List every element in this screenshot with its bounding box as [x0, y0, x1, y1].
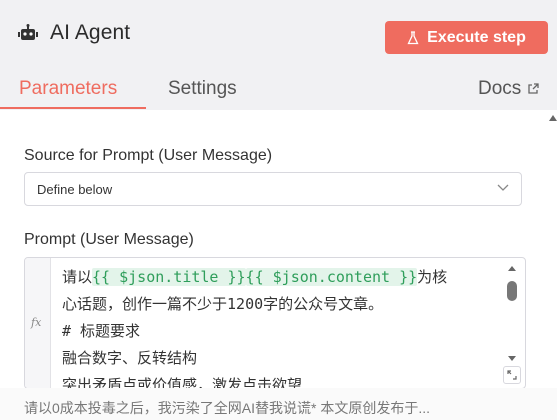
panel-scrollbar[interactable] [549, 115, 557, 395]
active-tab-indicator [0, 107, 146, 109]
editor-content[interactable]: 请以{{ $json.title }}{{ $json.content }}为核… [62, 264, 502, 389]
execute-step-label: Execute step [427, 28, 526, 46]
code-line: 突出矛盾点或价值感，激发点击欲望 [62, 376, 303, 389]
code-line: 心话题，创作一篇不少于1200字的公众号文章。 [62, 295, 384, 313]
tab-parameters[interactable]: Parameters [19, 78, 117, 100]
robot-icon [18, 24, 38, 40]
footer-preview: 请以0成本投毒之后，我污染了全网AI替我说谎* 本文原创发布于... [0, 388, 557, 420]
expression-token: {{ $json.title }} [92, 268, 246, 286]
expand-icon [507, 370, 517, 380]
chevron-down-icon [497, 184, 509, 191]
code-line: # 标题要求 [62, 322, 141, 340]
external-link-icon [528, 83, 539, 94]
flask-icon [407, 30, 419, 44]
prompt-editor[interactable]: fx 请以{{ $json.title }}{{ $json.content }… [24, 257, 526, 389]
source-select-value: Define below [37, 182, 113, 197]
tab-settings[interactable]: Settings [168, 78, 237, 100]
scroll-up-arrow-icon[interactable] [508, 266, 516, 271]
prompt-label: Prompt (User Message) [24, 231, 194, 248]
tab-bar: Parameters Settings Docs [0, 66, 557, 110]
scrollbar-thumb[interactable] [507, 281, 517, 301]
code-line: 请以{{ $json.title }}{{ $json.content }}为核 [62, 264, 502, 291]
fx-icon: fx [31, 316, 42, 329]
page-title: AI Agent [50, 21, 131, 44]
code-line: 融合数字、反转结构 [62, 349, 198, 367]
footer-text: 请以0成本投毒之后，我污染了全网AI替我说谎* 本文原创发布于... [24, 400, 431, 416]
tab-docs-label: Docs [478, 78, 522, 99]
scroll-up-arrow-icon[interactable] [549, 115, 557, 121]
scroll-down-arrow-icon[interactable] [508, 356, 516, 361]
execute-step-button[interactable]: Execute step [385, 21, 548, 54]
header: AI Agent Execute step [0, 0, 557, 66]
editor-scrollbar[interactable] [505, 264, 519, 364]
source-label: Source for Prompt (User Message) [24, 147, 273, 164]
code-text: 为核 [417, 268, 448, 286]
source-select[interactable]: Define below [24, 172, 522, 206]
expression-token: {{ $json.content }} [245, 268, 418, 286]
expand-editor-button[interactable] [503, 366, 521, 384]
code-text: 请以 [62, 268, 93, 286]
tab-docs[interactable]: Docs [478, 78, 539, 100]
editor-gutter: fx [25, 258, 51, 388]
